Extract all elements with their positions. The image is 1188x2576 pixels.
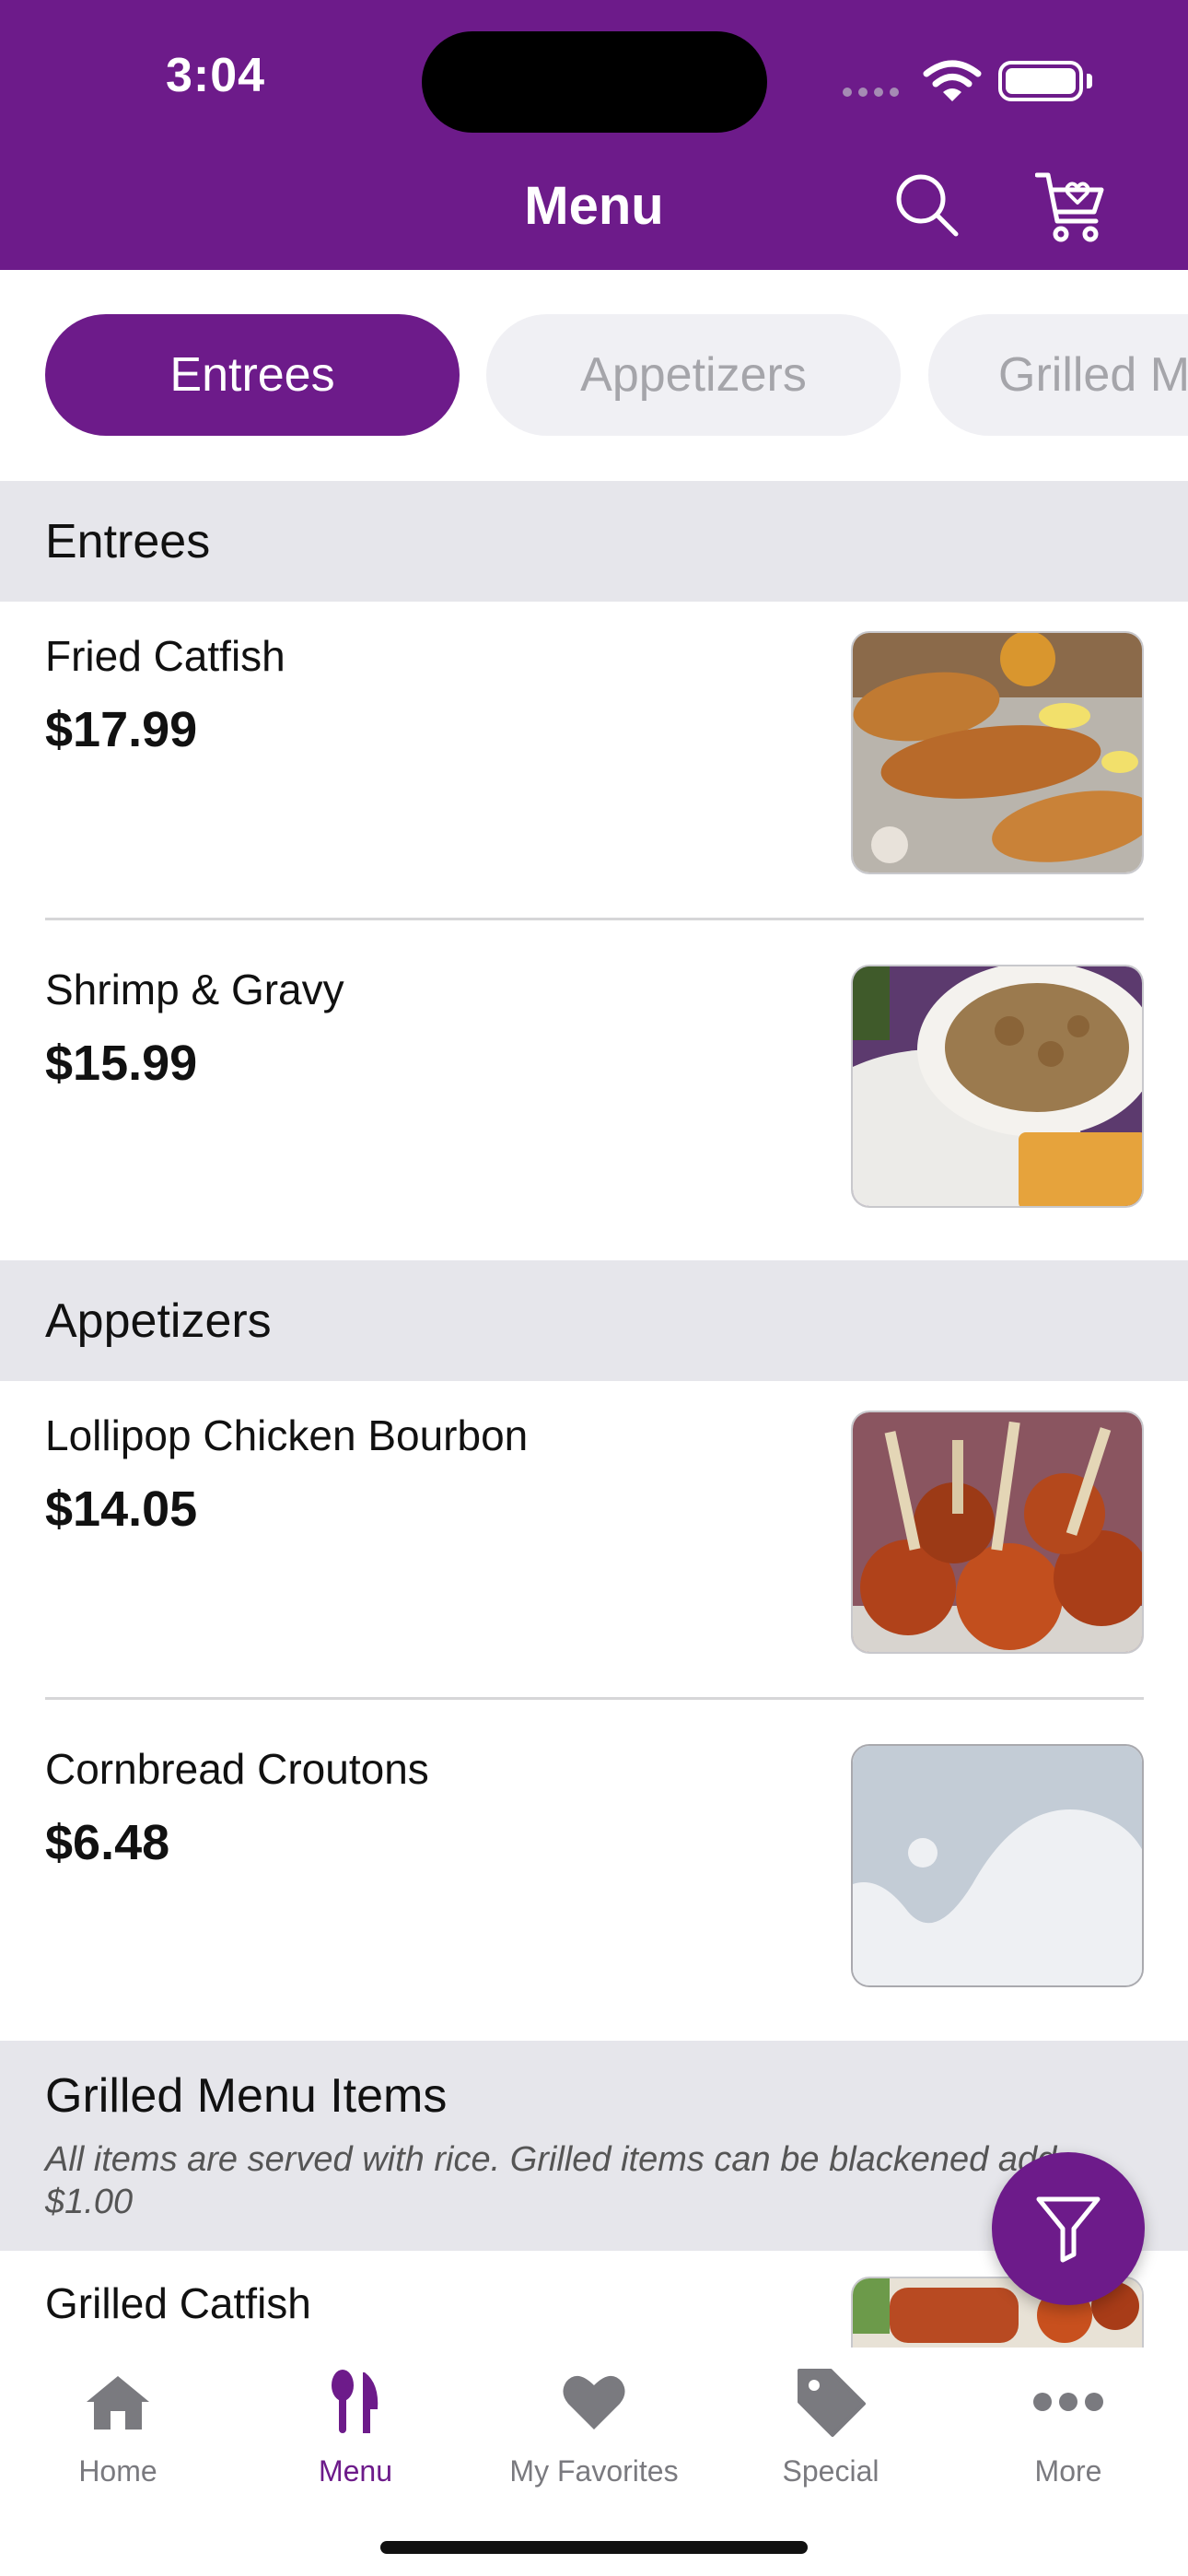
search-icon	[896, 174, 959, 237]
section-title: Appetizers	[45, 1294, 272, 1348]
filter-icon	[1036, 2196, 1101, 2263]
tabbar-label: Special	[782, 2454, 879, 2488]
item-name: Cornbread Croutons	[45, 1745, 429, 1793]
wifi-icon	[923, 60, 982, 101]
home-icon	[87, 2376, 149, 2430]
item-price: $15.99	[45, 1036, 198, 1091]
menu-item-shrimp-gravy[interactable]: Shrimp & Gravy $15.99	[0, 920, 1188, 1258]
item-price: $17.99	[45, 702, 198, 757]
placeholder-image-icon	[851, 1744, 1144, 1987]
shrimp-gravy-photo	[851, 965, 1144, 1208]
utensils-icon	[332, 2370, 379, 2433]
tab-entrees[interactable]: Entrees	[45, 314, 460, 436]
section-title: Entrees	[45, 515, 211, 568]
battery-icon	[998, 61, 1083, 101]
menu-item-cornbread-croutons[interactable]: Cornbread Croutons $6.48	[0, 1700, 1188, 2041]
search-button[interactable]	[893, 171, 960, 238]
section-header-appetizers: Appetizers	[0, 1260, 1188, 1381]
home-indicator[interactable]	[380, 2541, 808, 2554]
tag-icon	[798, 2369, 866, 2437]
tabbar-menu[interactable]: Menu	[245, 2364, 466, 2512]
heart-icon	[563, 2375, 625, 2430]
tabbar-special[interactable]: Special	[720, 2364, 941, 2512]
tab-appetizers[interactable]: Appetizers	[486, 314, 901, 436]
item-price: $14.05	[45, 1481, 198, 1537]
item-price: $6.48	[45, 1815, 170, 1870]
lollipop-chicken-photo	[851, 1411, 1144, 1654]
category-tabs: Entrees Appetizers Grilled Menu Items	[0, 270, 1188, 481]
more-icon	[1033, 2393, 1103, 2411]
cart-heart-icon	[1034, 172, 1104, 242]
section-header-entrees: Entrees	[0, 481, 1188, 602]
app-header: 3:04 Menu	[0, 0, 1188, 270]
dynamic-island	[422, 31, 767, 133]
tabbar-label: Menu	[318, 2454, 393, 2488]
item-name: Lollipop Chicken Bourbon	[45, 1411, 529, 1459]
tabbar-label: Home	[78, 2454, 157, 2488]
tab-grilled-menu-items[interactable]: Grilled Menu Items	[928, 314, 1188, 436]
tabbar-more[interactable]: More	[958, 2364, 1179, 2512]
menu-item-lollipop-chicken-bourbon[interactable]: Lollipop Chicken Bourbon $14.05	[0, 1381, 1188, 1698]
item-name: Shrimp & Gravy	[45, 966, 344, 1013]
item-name: Grilled Catfish	[45, 2279, 311, 2327]
fried-catfish-photo	[851, 631, 1144, 874]
section-title: Grilled Menu Items	[45, 2069, 448, 2123]
page-title: Menu	[524, 176, 664, 236]
tabbar-label: More	[1034, 2454, 1102, 2488]
status-time: 3:04	[166, 49, 266, 102]
menu-item-fried-catfish[interactable]: Fried Catfish $17.99	[0, 602, 1188, 919]
tabbar-label: My Favorites	[509, 2454, 679, 2488]
filter-button[interactable]	[992, 2152, 1145, 2305]
tabbar-home[interactable]: Home	[7, 2364, 228, 2512]
tabbar-my-favorites[interactable]: My Favorites	[483, 2364, 705, 2512]
item-name: Fried Catfish	[45, 632, 285, 680]
cart-button[interactable]	[1034, 170, 1107, 243]
section-note: All items are served with rice. Grilled …	[45, 2140, 1057, 2221]
cellular-signal-icon	[843, 88, 899, 97]
